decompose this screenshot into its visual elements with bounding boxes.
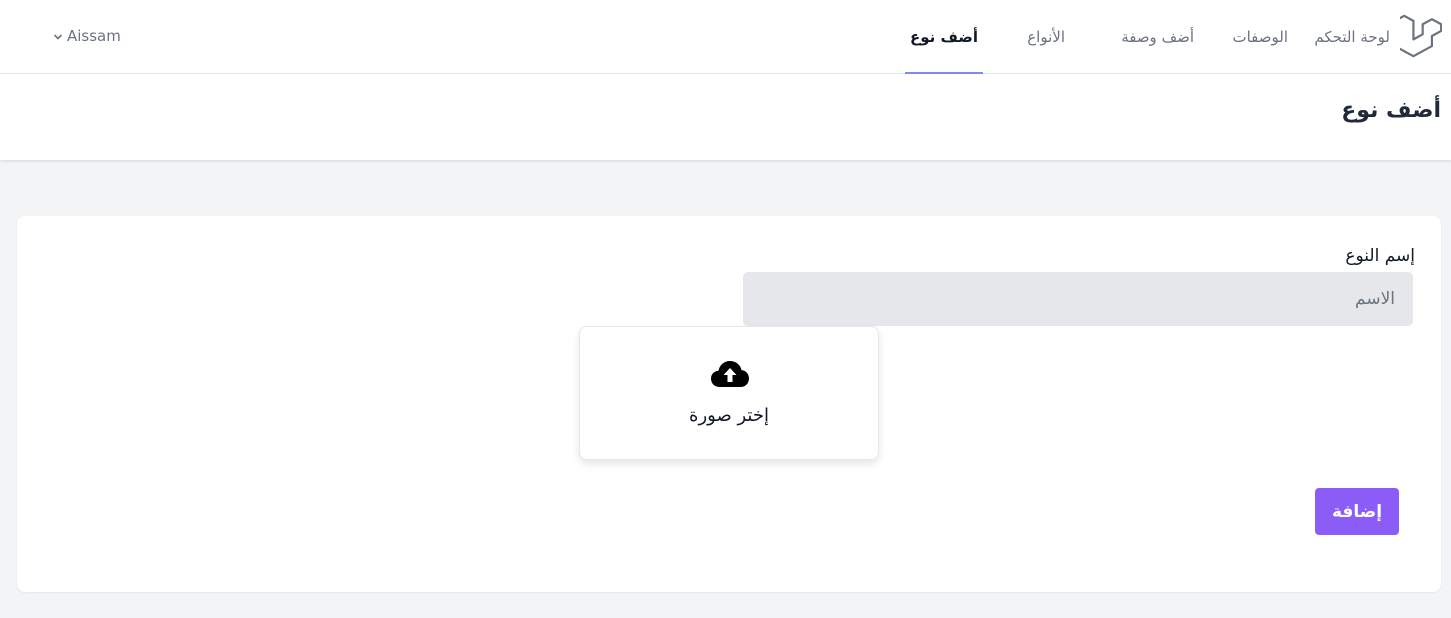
user-name: Aissam xyxy=(67,27,121,45)
nav-link-add-recipe[interactable]: أضف وصفة xyxy=(1121,0,1194,74)
nav-link-categories[interactable]: الأنواع xyxy=(1027,0,1065,74)
page-title: أضف نوع xyxy=(1341,98,1441,123)
nav-link-add-category[interactable]: أضف نوع xyxy=(904,0,984,74)
upload-label: إختر صورة xyxy=(689,405,769,426)
nav-link-recipes[interactable]: الوصفات xyxy=(1232,0,1288,74)
add-category-form: إسم النوع إختر صورة إضافة xyxy=(17,216,1441,592)
cloud-upload-icon xyxy=(711,361,749,387)
category-name-input[interactable] xyxy=(743,272,1413,326)
nav-link-dashboard[interactable]: لوحة التحكم xyxy=(1314,0,1390,74)
laravel-logo-icon[interactable] xyxy=(1400,14,1442,58)
page-header: أضف نوع xyxy=(0,74,1451,160)
category-name-label: إسم النوع xyxy=(1345,246,1415,266)
submit-button[interactable]: إضافة xyxy=(1315,488,1399,535)
chevron-down-icon xyxy=(54,34,62,39)
top-navigation: لوحة التحكم الوصفات أضف وصفة الأنواع أضف… xyxy=(0,0,1451,74)
image-upload-button[interactable]: إختر صورة xyxy=(579,326,879,460)
user-menu[interactable]: Aissam xyxy=(53,24,121,48)
